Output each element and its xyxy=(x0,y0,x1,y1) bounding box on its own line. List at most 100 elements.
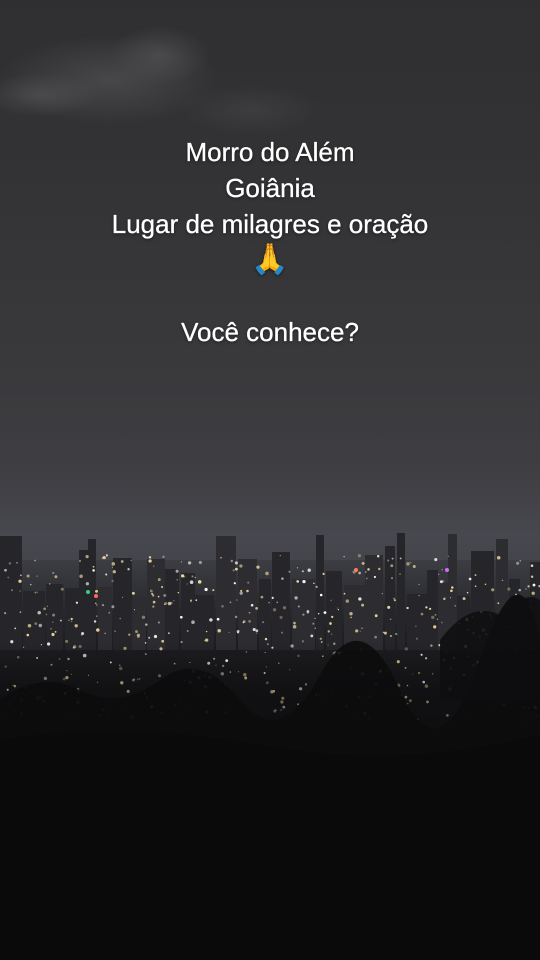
city-light xyxy=(484,583,487,586)
city-light xyxy=(34,622,38,625)
city-light xyxy=(187,561,192,565)
city-light xyxy=(376,555,380,558)
city-light xyxy=(145,623,148,626)
city-light xyxy=(516,561,520,565)
city-light xyxy=(16,561,18,564)
city-light xyxy=(443,597,446,601)
city-light xyxy=(152,565,155,567)
city-light xyxy=(349,612,353,616)
city-light xyxy=(151,592,154,596)
city-light xyxy=(365,577,368,580)
city-light xyxy=(297,605,300,608)
city-light xyxy=(296,580,300,583)
city-light xyxy=(49,583,51,585)
city-light xyxy=(78,559,82,563)
horizon-haze xyxy=(0,470,540,560)
city-light xyxy=(92,565,95,568)
city-light xyxy=(26,574,30,578)
city-light xyxy=(450,597,452,599)
city-light xyxy=(345,599,350,603)
city-light xyxy=(358,597,362,601)
city-light xyxy=(532,583,536,587)
city-light xyxy=(111,562,116,566)
city-light xyxy=(148,556,152,559)
city-light xyxy=(133,609,136,611)
city-light xyxy=(276,601,279,604)
city-light xyxy=(361,603,365,607)
city-light xyxy=(406,562,410,566)
city-light xyxy=(389,618,392,621)
city-light xyxy=(52,621,54,623)
city-light xyxy=(177,591,180,594)
city-light xyxy=(331,615,334,619)
city-light xyxy=(161,586,164,588)
city-light xyxy=(68,619,70,622)
city-light xyxy=(4,568,7,572)
city-light xyxy=(312,622,315,625)
city-light xyxy=(8,562,12,565)
city-light xyxy=(216,617,220,621)
city-light xyxy=(34,559,36,562)
city-light xyxy=(111,605,115,609)
clouds xyxy=(0,25,320,135)
city-light xyxy=(374,614,378,618)
city-light xyxy=(74,624,78,628)
city-light xyxy=(148,636,151,639)
city-light xyxy=(230,559,234,563)
city-light xyxy=(428,607,432,611)
city-light xyxy=(228,631,230,634)
city-light xyxy=(112,570,116,574)
city-light xyxy=(365,571,367,573)
city-light xyxy=(50,627,52,630)
city-light xyxy=(442,580,445,583)
city-light xyxy=(491,588,495,592)
city-light xyxy=(93,620,97,623)
city-light xyxy=(131,591,135,595)
city-light xyxy=(101,603,105,607)
city-light xyxy=(234,561,238,565)
city-light xyxy=(75,601,79,604)
city-light xyxy=(246,589,249,593)
city-light xyxy=(260,595,264,599)
city-light xyxy=(106,555,108,557)
city-light xyxy=(141,615,146,620)
city-light xyxy=(271,596,274,599)
city-light xyxy=(189,580,194,584)
city-light xyxy=(157,578,161,582)
city-light xyxy=(36,575,38,577)
city-light xyxy=(186,583,188,585)
city-light xyxy=(85,582,90,586)
city-light xyxy=(302,613,305,616)
city-light xyxy=(255,607,258,610)
city-light xyxy=(179,615,183,619)
accent-light xyxy=(354,568,358,572)
city-light xyxy=(395,632,398,636)
city-light xyxy=(11,589,13,592)
city-light xyxy=(399,557,402,560)
building-silhouette xyxy=(326,571,342,650)
city-light xyxy=(390,564,394,568)
city-light xyxy=(454,605,456,607)
city-light xyxy=(294,596,298,600)
city-light xyxy=(119,617,121,620)
city-light xyxy=(387,605,391,609)
city-light xyxy=(268,601,270,604)
city-light xyxy=(301,570,304,573)
city-light xyxy=(247,581,250,584)
city-light xyxy=(496,556,501,560)
city-light xyxy=(293,621,296,625)
city-light xyxy=(343,592,346,595)
city-light xyxy=(52,571,55,575)
city-light xyxy=(233,582,236,585)
city-light xyxy=(519,559,522,562)
city-light xyxy=(406,606,409,610)
accent-light xyxy=(94,594,98,598)
accent-light xyxy=(86,590,90,594)
city-light xyxy=(81,631,85,636)
city-light xyxy=(183,575,186,578)
city-light xyxy=(111,566,113,568)
city-light xyxy=(205,630,208,633)
city-light xyxy=(323,611,327,614)
city-light xyxy=(248,611,251,614)
city-light xyxy=(497,602,500,605)
